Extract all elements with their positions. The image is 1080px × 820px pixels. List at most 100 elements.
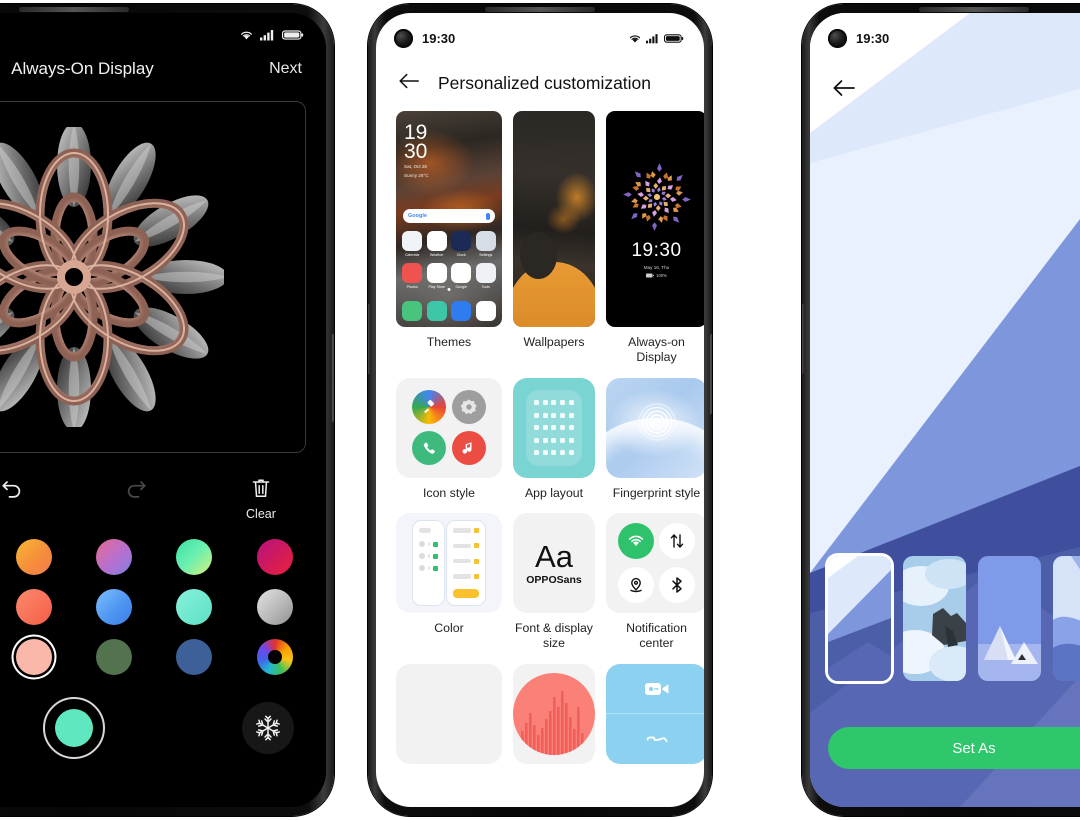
snowflake-button[interactable] [242, 702, 294, 754]
phone-personalization: 19:30 Personalized customization 19 30 S… [368, 4, 712, 816]
thumb-art [1053, 556, 1080, 681]
wallpaper-thumb-blue-curve[interactable] [1053, 556, 1080, 681]
wallpaper-thumbnail-strip[interactable] [828, 556, 1080, 681]
bluetooth-icon [672, 577, 682, 594]
dock-browser-icon[interactable] [451, 301, 471, 321]
next-button[interactable]: Next [269, 60, 302, 78]
color-swatch[interactable] [15, 639, 52, 675]
phone1-navbar: Cancel Always-On Display Next [0, 43, 326, 79]
wallpaper-preview [513, 111, 595, 327]
dock-camera-icon[interactable] [475, 301, 496, 321]
clock-weather: Sunny 26°C [404, 173, 429, 178]
app-icon-item[interactable]: Weather [426, 231, 448, 257]
color-swatch[interactable] [96, 639, 133, 675]
wifi-icon [629, 35, 641, 43]
tile-font-display-size[interactable]: Aa OPPOSans Font & display size [513, 513, 595, 656]
set-as-button[interactable]: Set As [828, 727, 1080, 769]
phone1-toolbar: Random Cl [0, 453, 326, 521]
phone3-statusbar: 19:30 [810, 13, 1080, 48]
search-bar[interactable]: Google [403, 209, 495, 223]
tile-color[interactable]: Color [396, 513, 502, 656]
tile-always-on-display[interactable]: 19:30 May 16, Thu 100% Always-on Display [606, 111, 704, 370]
color-swatch[interactable] [176, 539, 213, 575]
app-icon-item[interactable]: Google [451, 263, 472, 289]
aod-canvas[interactable] [0, 101, 306, 453]
color-swatch[interactable] [176, 639, 213, 675]
tile-label: Notification center [626, 621, 687, 651]
lockscreen-clock: 19 30 Sat, Oct 26 Sunny 26°C [404, 122, 429, 179]
tile-themes[interactable]: 19 30 Sat, Oct 26 Sunny 26°C Google Cale… [396, 111, 502, 370]
dock-messages-icon[interactable] [426, 301, 447, 321]
color-swatch[interactable] [176, 589, 213, 625]
clear-button[interactable]: Clear [226, 475, 296, 521]
tile-notification-center[interactable]: Notification center [606, 513, 704, 656]
bluetooth-toggle[interactable] [659, 567, 695, 604]
music-app-icon [452, 431, 486, 466]
tile-icon-style[interactable]: Icon style [396, 377, 502, 505]
color-card-left [413, 521, 445, 606]
app-icon-item[interactable]: Calendar [402, 231, 423, 257]
redo-button[interactable] [101, 475, 171, 507]
phone1-bottom-controls [0, 675, 326, 759]
data-transfer-toggle[interactable] [659, 522, 695, 559]
location-toggle[interactable] [618, 567, 654, 604]
back-arrow-icon[interactable] [398, 72, 420, 95]
kaleidoscope-pattern [0, 127, 224, 427]
tile-call-screen[interactable] [606, 663, 704, 764]
color-swatch[interactable] [15, 539, 52, 575]
dock [402, 301, 496, 321]
tile-label: Wallpapers [523, 335, 585, 349]
statusbar-icons-2 [628, 33, 684, 44]
tile-label: Always-on Display [628, 335, 685, 365]
wallpaper-thumb-mountain[interactable] [978, 556, 1041, 681]
shutter-button[interactable] [43, 697, 105, 759]
app-icon-item[interactable]: Settings [475, 231, 497, 257]
tile-fingerprint-style[interactable]: Fingerprint style [606, 377, 704, 505]
color-swatch[interactable] [96, 539, 133, 575]
color-swatch[interactable] [256, 589, 293, 625]
edge-lighting-preview [396, 663, 502, 764]
wallpaper-preview-full[interactable] [810, 13, 1080, 807]
wifi-toggle[interactable] [618, 522, 654, 559]
tile-ringtone[interactable] [513, 663, 595, 764]
search-bar-label: Google [408, 213, 427, 219]
phone1-screen: 19:30 Cancel Always-On Display Next [0, 13, 326, 807]
app-icon-item[interactable]: Play Store [426, 263, 448, 289]
app-icon-item[interactable]: Tools [475, 263, 497, 289]
gear-icon [460, 399, 477, 415]
tile-wallpapers[interactable]: Wallpapers [513, 111, 595, 370]
thumb-art [828, 556, 891, 681]
tile-app-layout[interactable]: App layout [513, 377, 595, 505]
color-swatch[interactable] [256, 639, 293, 675]
color-preview [396, 513, 502, 614]
color-swatch[interactable] [96, 589, 133, 625]
color-swatch[interactable] [15, 589, 52, 625]
undo-button[interactable] [0, 475, 47, 507]
themes-app-icon [412, 390, 446, 425]
battery-icon [646, 273, 655, 278]
color-swatch[interactable] [256, 539, 293, 575]
power-button-phone2[interactable] [710, 334, 712, 414]
trash-icon [251, 475, 271, 501]
icon-style-preview [396, 377, 502, 478]
volume-button-phone3[interactable] [802, 304, 804, 374]
tile-label: Icon style [423, 485, 475, 500]
tile-edge-lighting[interactable] [396, 663, 502, 764]
wallpaper-thumb-abstract-blue[interactable] [828, 556, 891, 681]
settings-app-icon [452, 390, 486, 425]
thumb-art [978, 556, 1041, 681]
back-arrow-icon[interactable] [832, 79, 856, 102]
call-screen-preview [606, 663, 704, 764]
dock-phone-icon[interactable] [402, 301, 422, 321]
clock-date: Sat, Oct 26 [404, 164, 427, 169]
wallpaper-thumb-clouds[interactable] [903, 556, 966, 681]
statusbar-time-3: 19:30 [856, 31, 890, 46]
hangup-icon [646, 736, 668, 743]
app-icon-item[interactable]: Photos [402, 263, 423, 289]
power-button-phone1[interactable] [332, 334, 334, 422]
ringtone-preview [513, 663, 595, 764]
app-icon-item[interactable]: Clock [451, 231, 472, 257]
volume-button-phone2[interactable] [368, 304, 370, 374]
aod-pattern-icon [622, 163, 691, 231]
battery-icon [664, 34, 684, 43]
